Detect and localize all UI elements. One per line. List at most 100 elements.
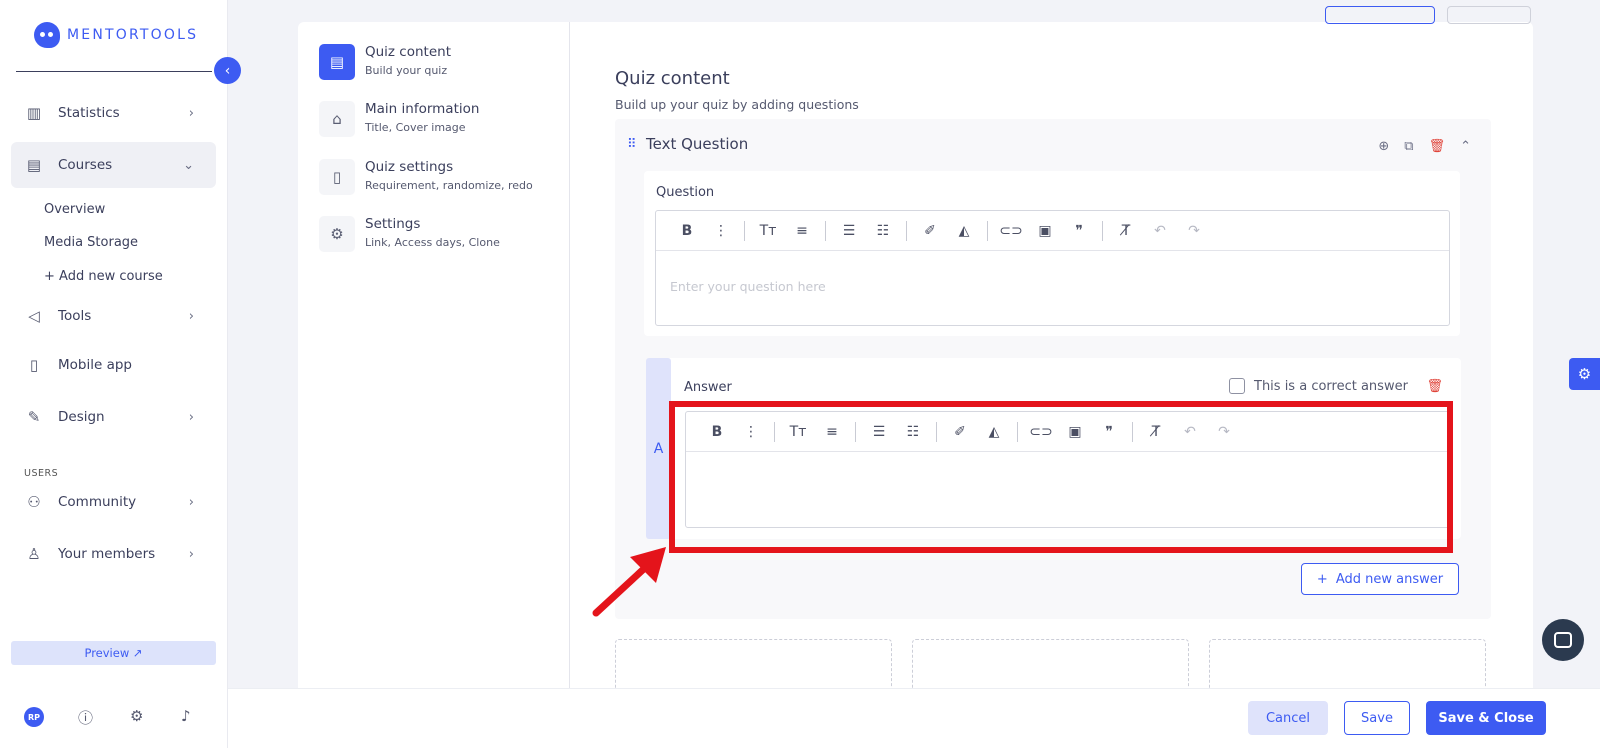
gear-icon[interactable]: ⚙: [130, 707, 143, 725]
question-type-title: Text Question: [646, 135, 749, 153]
image-icon[interactable]: ▣: [1028, 223, 1062, 239]
duplicate-icon[interactable]: ⧉: [1404, 139, 1413, 154]
toolbar-divider: [906, 220, 907, 241]
top-secondary-button[interactable]: [1447, 6, 1531, 24]
more-icon[interactable]: ⋮: [734, 424, 768, 440]
step-subtitle: Build your quiz: [365, 64, 448, 77]
clear-format-icon[interactable]: T̸: [1139, 424, 1173, 440]
toolbar-divider: [744, 220, 745, 241]
save-button[interactable]: Save: [1344, 701, 1410, 735]
numbered-list-icon[interactable]: ☷: [866, 223, 900, 239]
toolbar-divider: [1017, 421, 1018, 442]
link-icon[interactable]: ⊂⊃: [1024, 424, 1058, 440]
question-panel: Question B ⋮ Tт ≡ ☰ ☷ ✐ ◭ ⊂⊃ ▣ ❞ T̸ ↶ ↷ …: [644, 171, 1460, 336]
correct-answer-toggle[interactable]: This is a correct answer: [1229, 378, 1408, 394]
question-input[interactable]: Enter your question here: [656, 251, 1449, 308]
undo-icon[interactable]: ↶: [1173, 424, 1207, 440]
fill-color-icon[interactable]: ◭: [977, 424, 1011, 440]
align-icon[interactable]: ≡: [815, 424, 849, 440]
sidebar-subitem-add-course[interactable]: + Add new course: [44, 269, 163, 284]
toolbar-divider: [987, 220, 988, 241]
add-file-icon[interactable]: ⊕: [1378, 139, 1389, 154]
step-main-information[interactable]: ⌂ Main information Title, Cover image: [319, 101, 479, 137]
link-icon[interactable]: ⊂⊃: [994, 223, 1028, 239]
book-icon: ▤: [26, 156, 42, 174]
cancel-button[interactable]: Cancel: [1248, 701, 1328, 735]
user-icon: ♙: [27, 545, 41, 563]
align-icon[interactable]: ≡: [785, 223, 819, 239]
sidebar-item-tools[interactable]: ◁ Tools ›: [11, 293, 216, 339]
add-new-answer-button[interactable]: + Add new answer: [1301, 563, 1459, 595]
step-settings[interactable]: ⚙ Settings Link, Access days, Clone: [319, 216, 500, 252]
settings-tab-button[interactable]: ⚙: [1569, 358, 1600, 390]
brand-logo[interactable]: MENTORTOOLS: [34, 22, 198, 48]
bullet-list-icon[interactable]: ☰: [862, 424, 896, 440]
top-action-button[interactable]: [1325, 6, 1435, 24]
question-editor[interactable]: B ⋮ Tт ≡ ☰ ☷ ✐ ◭ ⊂⊃ ▣ ❞ T̸ ↶ ↷ Enter you…: [655, 210, 1450, 326]
bold-icon[interactable]: B: [700, 424, 734, 440]
sidebar-item-design[interactable]: ✎ Design ›: [11, 394, 216, 440]
chevron-left-icon: ‹: [224, 62, 231, 79]
plus-icon: +: [1316, 571, 1328, 587]
sidebar-item-courses[interactable]: ▤ Courses ⌄: [11, 142, 216, 188]
correct-answer-checkbox[interactable]: [1229, 378, 1245, 394]
step-title: Settings: [365, 216, 421, 232]
sidebar: MENTORTOOLS ▥ Statistics › ▤ Courses ⌄ O…: [0, 0, 228, 748]
bell-icon[interactable]: ♪: [181, 707, 191, 725]
toolbar-divider: [1102, 220, 1103, 241]
step-subtitle: Title, Cover image: [365, 121, 466, 134]
answer-editor[interactable]: B ⋮ Tт ≡ ☰ ☷ ✐ ◭ ⊂⊃ ▣ ❞ T̸ ↶ ↷: [685, 411, 1452, 528]
sidebar-item-label: Community: [58, 494, 137, 510]
answer-letter-badge: A: [646, 358, 671, 539]
editor-toolbar: B ⋮ Tт ≡ ☰ ☷ ✐ ◭ ⊂⊃ ▣ ❞ T̸ ↶ ↷: [656, 211, 1449, 251]
quote-icon[interactable]: ❞: [1092, 424, 1126, 440]
sidebar-subitem-overview[interactable]: Overview: [44, 202, 105, 217]
gear-icon: ⚙: [319, 216, 355, 252]
help-icon[interactable]: ⓘ: [78, 707, 93, 728]
text-size-icon[interactable]: Tт: [751, 223, 785, 239]
chevron-up-icon[interactable]: ⌃: [1460, 139, 1471, 154]
sidebar-item-statistics[interactable]: ▥ Statistics ›: [11, 90, 216, 136]
toolbar-divider: [936, 421, 937, 442]
toolbar-divider: [855, 421, 856, 442]
sidebar-item-label: Tools: [58, 308, 92, 324]
brush-icon[interactable]: ✐: [913, 223, 947, 239]
preview-button[interactable]: Preview ↗: [11, 641, 216, 665]
correct-answer-label: This is a correct answer: [1254, 378, 1408, 394]
editor-toolbar: B ⋮ Tт ≡ ☰ ☷ ✐ ◭ ⊂⊃ ▣ ❞ T̸ ↶ ↷: [686, 412, 1451, 452]
page-subtitle: Build up your quiz by adding questions: [615, 97, 859, 112]
fill-color-icon[interactable]: ◭: [947, 223, 981, 239]
numbered-list-icon[interactable]: ☷: [896, 424, 930, 440]
redo-icon[interactable]: ↷: [1207, 424, 1241, 440]
answer-input[interactable]: [686, 452, 1451, 480]
bullet-list-icon[interactable]: ☰: [832, 223, 866, 239]
sidebar-item-community[interactable]: ⚇ Community ›: [11, 479, 216, 525]
sidebar-item-your-members[interactable]: ♙ Your members ›: [11, 531, 216, 577]
brush-icon[interactable]: ✐: [943, 424, 977, 440]
undo-icon[interactable]: ↶: [1143, 223, 1177, 239]
step-quiz-content[interactable]: ▤ Quiz content Build your quiz: [319, 44, 451, 80]
trash-icon[interactable]: 🗑: [1429, 139, 1446, 154]
book-icon: ▤: [319, 44, 355, 80]
save-close-button[interactable]: Save & Close: [1426, 701, 1546, 735]
steps-nav: ▤ Quiz content Build your quiz ⌂ Main in…: [298, 22, 570, 748]
chevron-right-icon: ›: [188, 105, 194, 121]
bold-icon[interactable]: B: [670, 223, 704, 239]
text-size-icon[interactable]: Tт: [781, 424, 815, 440]
step-quiz-settings[interactable]: ▯ Quiz settings Requirement, randomize, …: [319, 159, 533, 195]
bar-chart-icon: ▥: [26, 104, 42, 122]
brand-name: MENTORTOOLS: [67, 27, 199, 43]
redo-icon[interactable]: ↷: [1177, 223, 1211, 239]
question-label: Question: [656, 185, 715, 200]
more-icon[interactable]: ⋮: [704, 223, 738, 239]
quote-icon[interactable]: ❞: [1062, 223, 1096, 239]
drag-handle-icon[interactable]: ⠿: [627, 137, 636, 152]
trash-icon[interactable]: 🗑: [1426, 379, 1443, 394]
sidebar-item-mobile-app[interactable]: ▯ Mobile app: [11, 342, 216, 388]
collapse-sidebar-button[interactable]: ‹: [214, 57, 241, 84]
chat-button[interactable]: [1542, 619, 1584, 661]
clear-format-icon[interactable]: T̸: [1109, 223, 1143, 239]
sidebar-subitem-media-storage[interactable]: Media Storage: [44, 235, 138, 250]
image-icon[interactable]: ▣: [1058, 424, 1092, 440]
avatar[interactable]: RP: [24, 707, 44, 727]
